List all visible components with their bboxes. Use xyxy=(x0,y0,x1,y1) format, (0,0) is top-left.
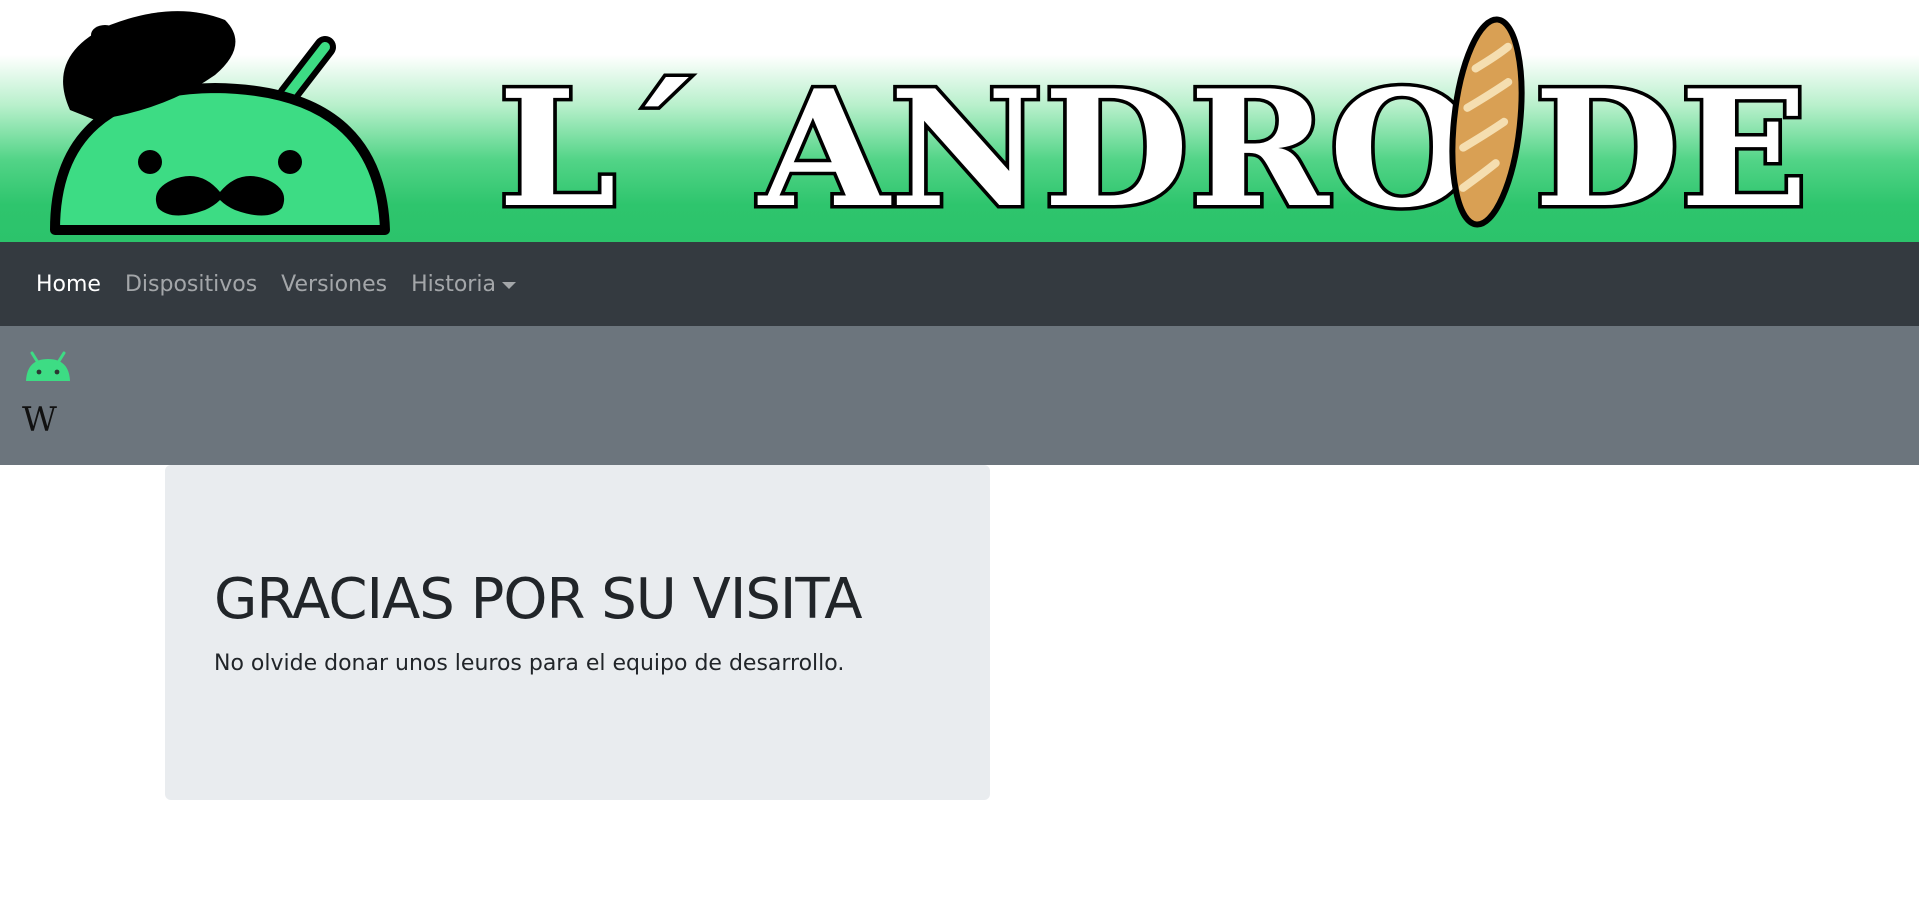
nav-versiones-link[interactable]: Versiones xyxy=(269,264,399,305)
nav-dispositivos-link[interactable]: Dispositivos xyxy=(113,264,269,305)
brand-text: L´ ANDRO DE xyxy=(498,55,1808,242)
android-mascot-beret-mustache-icon[interactable] xyxy=(50,11,390,235)
page-title: GRACIAS POR SU VISITA xyxy=(214,567,863,632)
site-banner: L´ ANDRO DE xyxy=(0,0,1919,242)
nav-home-link[interactable]: Home xyxy=(24,264,113,305)
icon-strip xyxy=(0,326,1919,465)
jumbotron: GRACIAS POR SU VISITA No olvide donar un… xyxy=(165,465,990,800)
chevron-down-icon xyxy=(501,281,516,289)
lead-text: No olvide donar unos leuros para el equi… xyxy=(214,651,845,676)
main-navbar: Home Dispositivos Versiones Historia xyxy=(0,242,1919,326)
nav-historia-label: Historia xyxy=(411,271,496,297)
android-head-graphic xyxy=(26,351,70,381)
wikipedia-link[interactable]: W xyxy=(22,400,57,440)
brand-wordmark: L´ ANDRO DE xyxy=(495,52,1812,243)
banner-graphic: L´ ANDRO DE xyxy=(50,11,1812,243)
android-head-icon[interactable] xyxy=(25,351,71,385)
nav-historia-dropdown[interactable]: Historia xyxy=(399,264,528,305)
